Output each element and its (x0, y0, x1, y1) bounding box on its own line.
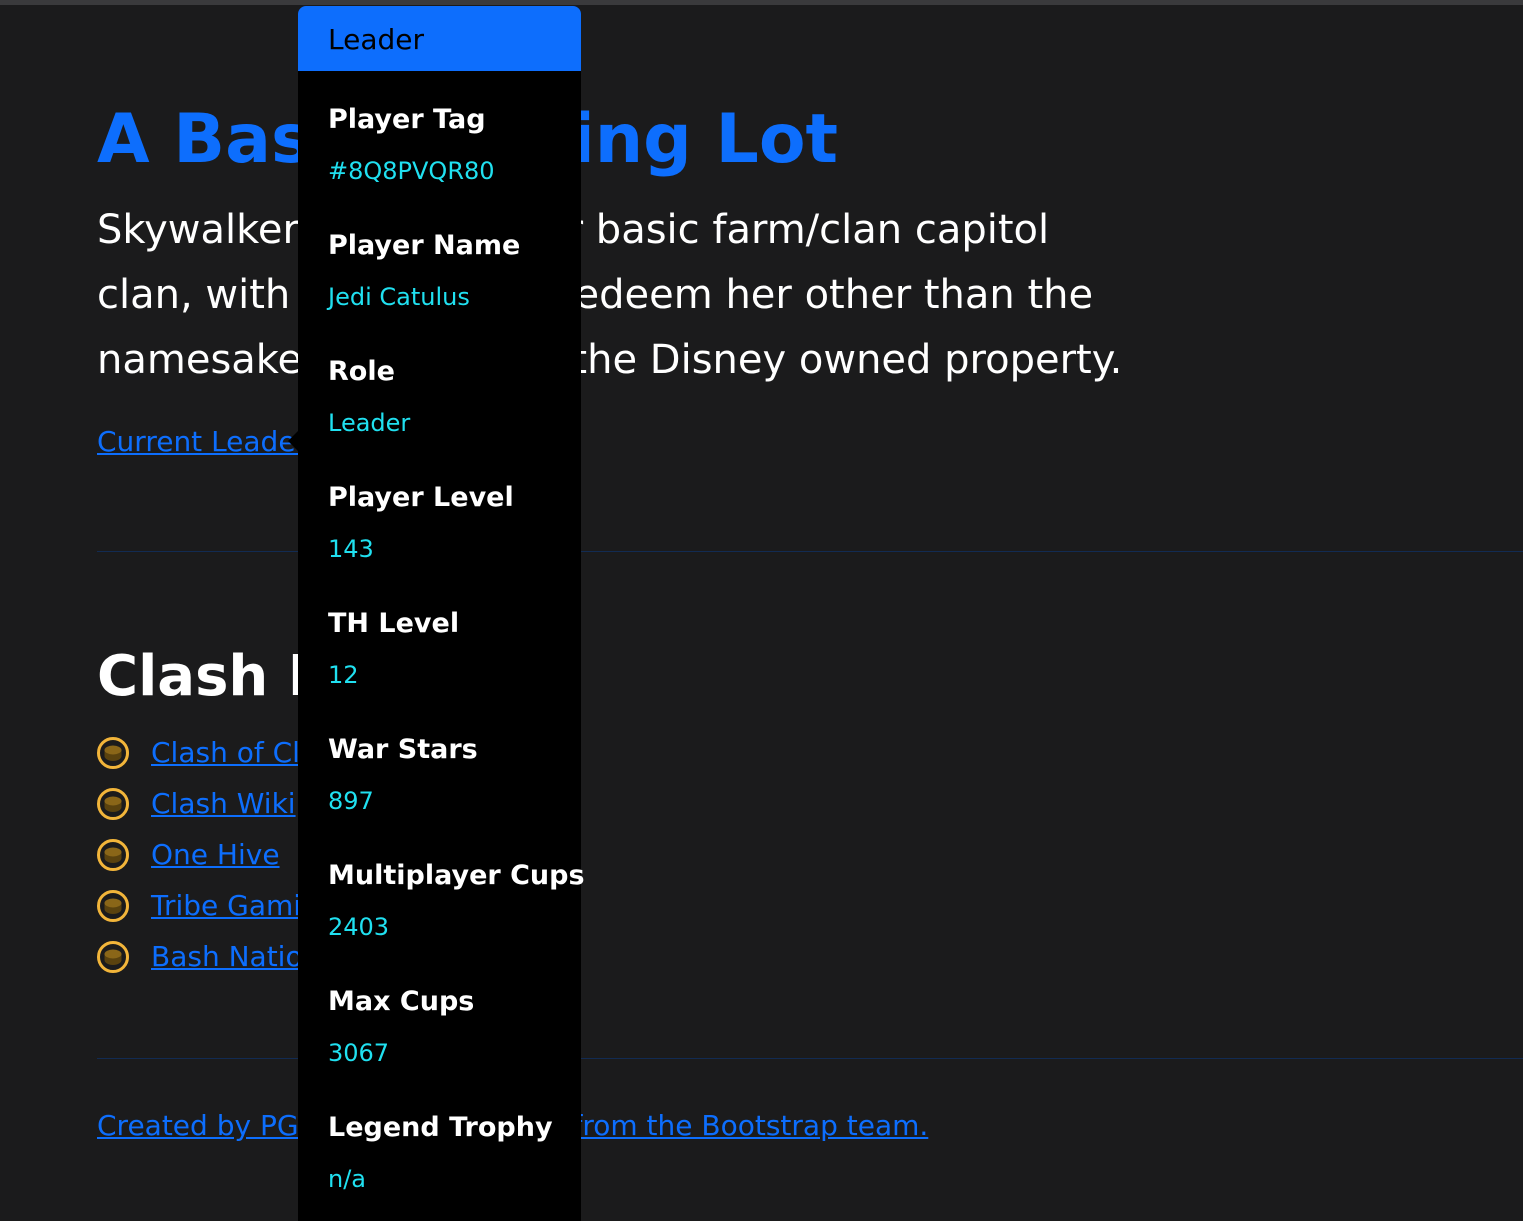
link-clash-wiki[interactable]: Clash Wiki (151, 784, 296, 824)
link-bash-nation[interactable]: Bash Nation (151, 937, 320, 977)
field-value-player-name: Jedi Catulus (328, 283, 470, 311)
field-value-role: Leader (328, 409, 411, 437)
coin-icon (97, 940, 129, 973)
field-value-war-stars: 897 (328, 787, 374, 815)
field-value-player-tag: #8Q8PVQR80 (328, 157, 495, 185)
popover-header: Leader (298, 6, 581, 71)
coin-icon (97, 838, 129, 871)
link-one-hive[interactable]: One Hive (151, 835, 280, 875)
field-label-player-name: Player Name (328, 230, 521, 261)
field-label-max-cups: Max Cups (328, 986, 475, 1017)
field-label-player-tag: Player Tag (328, 104, 486, 135)
coin-icon (97, 736, 129, 769)
field-value-legend-trophy: n/a (328, 1165, 367, 1193)
clan-description: Skywalker Ranch is your basic farm/clan … (97, 207, 1123, 383)
coin-icon (97, 889, 129, 922)
field-label-multiplayer-cups: Multiplayer Cups (328, 860, 585, 891)
page: A Basic Parking Lot Skywalker Ranch is y… (0, 0, 1523, 1221)
field-value-multiplayer-cups: 2403 (328, 913, 390, 941)
leader-popover: Leader Player Tag #8Q8PVQR80 Player Name… (298, 6, 585, 1221)
coin-icon (97, 787, 129, 820)
field-label-war-stars: War Stars (328, 734, 478, 765)
current-leader-link[interactable]: Current Leader (97, 422, 307, 462)
field-label-player-level: Player Level (328, 482, 514, 513)
field-value-th-level: 12 (328, 661, 359, 689)
field-value-max-cups: 3067 (328, 1039, 390, 1067)
field-label-legend-trophy: Legend Trophy (328, 1112, 553, 1143)
field-value-player-level: 143 (328, 535, 374, 563)
field-label-th-level: TH Level (328, 608, 460, 639)
field-label-role: Role (328, 356, 395, 387)
